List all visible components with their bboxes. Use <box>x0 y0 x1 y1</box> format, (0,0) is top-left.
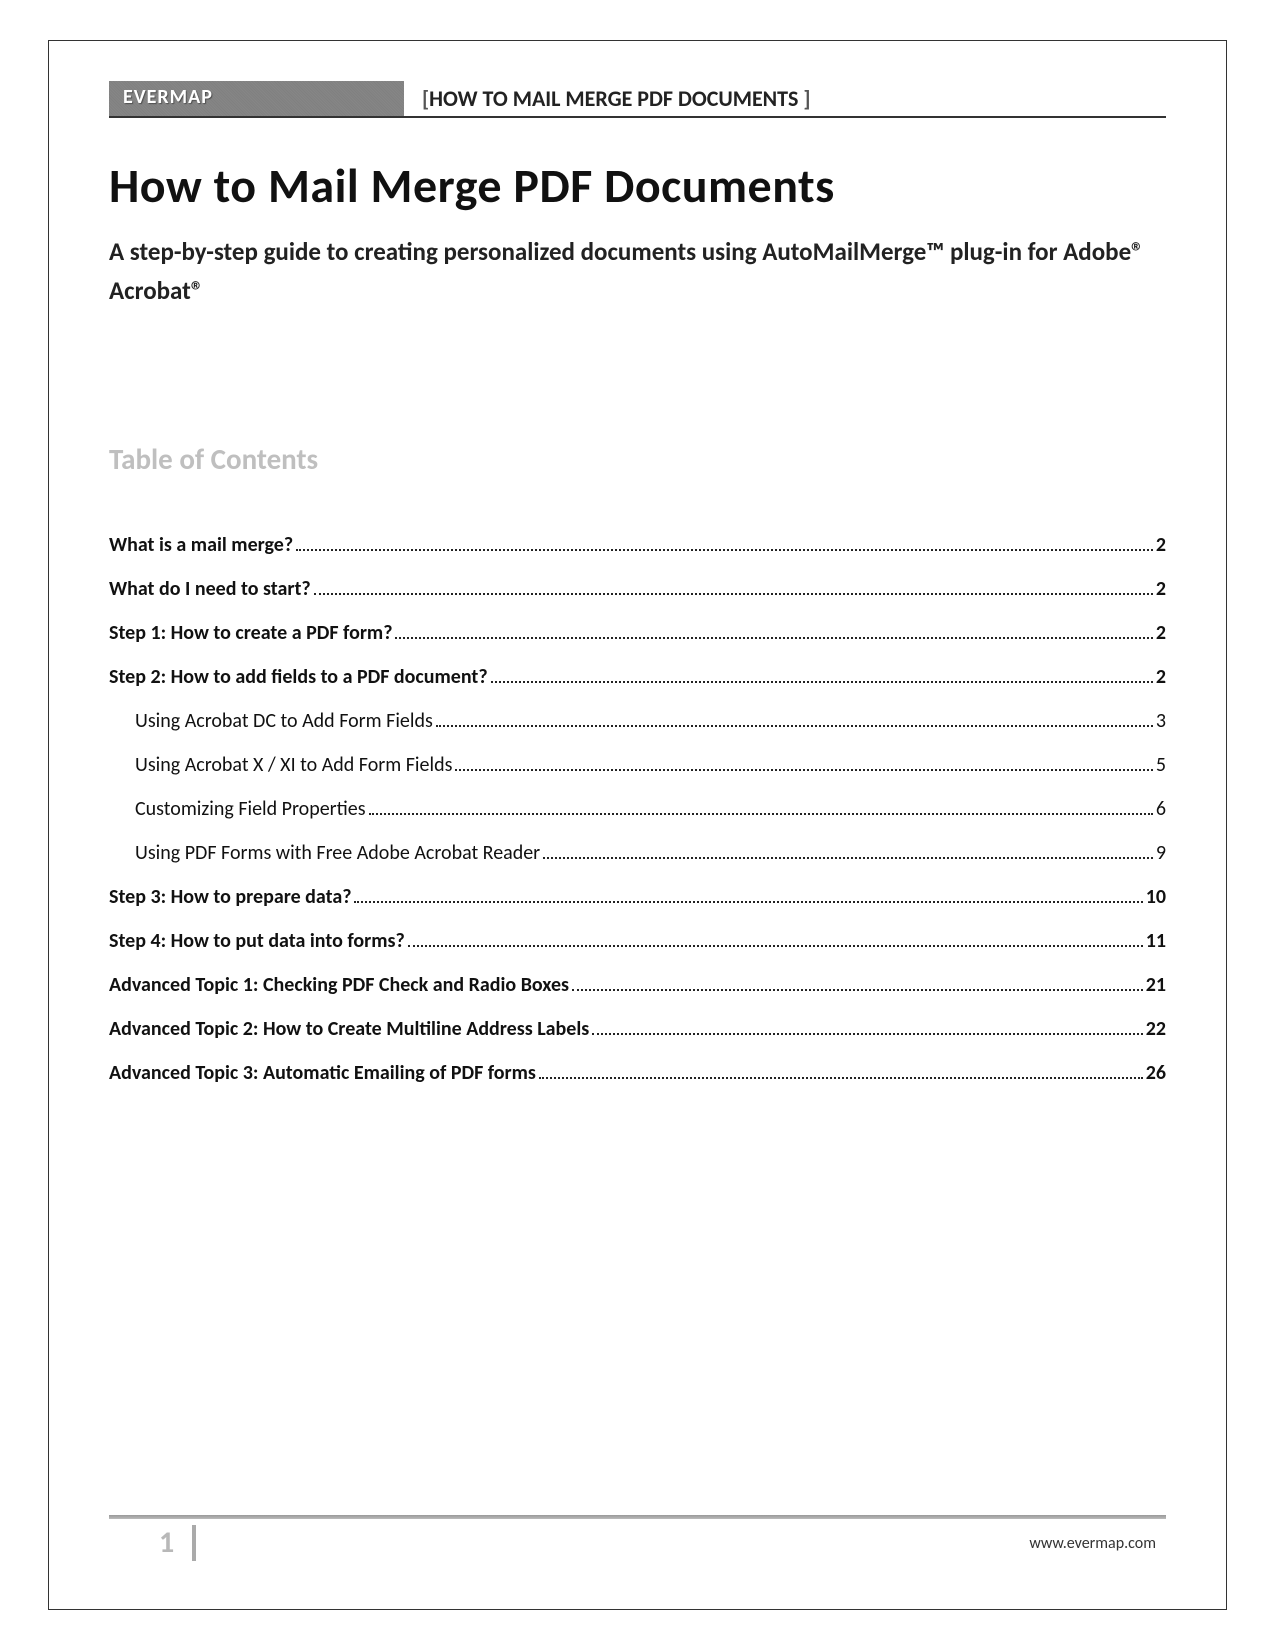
toc-entry[interactable]: Step 4: How to put data into forms? 11 <box>109 929 1166 953</box>
toc-dots <box>354 901 1142 903</box>
document-title: How to Mail Merge PDF Documents <box>109 156 1166 215</box>
toc-list: What is a mail merge?2What do I need to … <box>109 533 1166 1085</box>
footer-row: 1 www.evermap.com <box>109 1525 1166 1561</box>
toc-dots <box>543 857 1153 859</box>
toc-entry-text: Advanced Topic 3: Automatic Emailing of … <box>109 1061 536 1085</box>
footer-divider <box>109 1515 1166 1519</box>
toc-dots <box>369 813 1153 815</box>
toc-entry[interactable]: Using PDF Forms with Free Adobe Acrobat … <box>109 841 1166 865</box>
toc-entry-text: Advanced Topic 1: Checking PDF Check and… <box>109 973 569 997</box>
toc-entry[interactable]: Step 2: How to add fields to a PDF docum… <box>109 665 1166 689</box>
toc-entry[interactable]: Advanced Topic 3: Automatic Emailing of … <box>109 1061 1166 1085</box>
toc-entry-text: Using PDF Forms with Free Adobe Acrobat … <box>135 841 540 865</box>
page-border: EVERMAP [HOW TO MAIL MERGE PDF DOCUMENTS… <box>48 40 1227 1610</box>
toc-dots <box>314 593 1153 595</box>
toc-dots <box>491 681 1153 683</box>
toc-heading: Table of Contents <box>109 441 1166 477</box>
toc-entry-page: 6 <box>1156 797 1166 821</box>
toc-entry-page: 2 <box>1156 621 1166 645</box>
toc-entry-page: 21 <box>1146 973 1166 997</box>
page-content: EVERMAP [HOW TO MAIL MERGE PDF DOCUMENTS… <box>49 41 1226 1085</box>
toc-entry[interactable]: Advanced Topic 2: How to Create Multilin… <box>109 1017 1166 1041</box>
toc-entry-page: 3 <box>1156 709 1166 733</box>
toc-entry-text: Step 3: How to prepare data? <box>109 885 351 909</box>
toc-entry-page: 2 <box>1156 533 1166 557</box>
toc-entry[interactable]: What do I need to start? 2 <box>109 577 1166 601</box>
toc-entry-page: 22 <box>1146 1017 1166 1041</box>
header-title: [HOW TO MAIL MERGE PDF DOCUMENTS ] <box>404 81 810 116</box>
toc-entry-page: 11 <box>1146 929 1166 953</box>
toc-entry-page: 5 <box>1156 753 1166 777</box>
toc-entry-page: 2 <box>1156 665 1166 689</box>
toc-entry-text: Using Acrobat DC to Add Form Fields <box>135 709 433 733</box>
footer: 1 www.evermap.com <box>109 1515 1166 1561</box>
brand-label: EVERMAP <box>109 81 404 116</box>
page-number: 1 <box>109 1525 196 1561</box>
toc-dots <box>592 1033 1142 1035</box>
toc-dots <box>395 637 1152 639</box>
toc-entry[interactable]: Step 1: How to create a PDF form? 2 <box>109 621 1166 645</box>
toc-entry-text: Step 4: How to put data into forms? <box>109 929 405 953</box>
toc-entry-text: Using Acrobat X / XI to Add Form Fields <box>135 753 452 777</box>
toc-entry[interactable]: Using Acrobat DC to Add Form Fields 3 <box>109 709 1166 733</box>
toc-entry-text: What is a mail merge? <box>109 533 293 557</box>
toc-entry[interactable]: Step 3: How to prepare data? 10 <box>109 885 1166 909</box>
toc-dots <box>436 725 1153 727</box>
header-row: EVERMAP [HOW TO MAIL MERGE PDF DOCUMENTS… <box>109 81 1166 118</box>
toc-entry-text: Customizing Field Properties <box>135 797 366 821</box>
toc-dots <box>539 1077 1143 1079</box>
footer-url: www.evermap.com <box>1029 1534 1166 1553</box>
toc-entry-text: Step 1: How to create a PDF form? <box>109 621 392 645</box>
toc-entry[interactable]: Customizing Field Properties 6 <box>109 797 1166 821</box>
bracket-close: ] <box>803 85 810 112</box>
toc-dots <box>455 769 1152 771</box>
toc-entry-page: 10 <box>1146 885 1166 909</box>
toc-entry-text: Step 2: How to add fields to a PDF docum… <box>109 665 488 689</box>
toc-dots <box>572 989 1143 991</box>
toc-entry-page: 2 <box>1156 577 1166 601</box>
toc-entry[interactable]: Using Acrobat X / XI to Add Form Fields 5 <box>109 753 1166 777</box>
toc-entry-text: What do I need to start? <box>109 577 311 601</box>
header-title-text: HOW TO MAIL MERGE PDF DOCUMENTS <box>429 85 803 112</box>
document-subtitle: A step-by-step guide to creating persona… <box>109 233 1166 311</box>
toc-entry-text: Advanced Topic 2: How to Create Multilin… <box>109 1017 589 1041</box>
toc-entry[interactable]: Advanced Topic 1: Checking PDF Check and… <box>109 973 1166 997</box>
toc-entry-page: 9 <box>1156 841 1166 865</box>
toc-dots <box>296 549 1153 551</box>
toc-entry[interactable]: What is a mail merge? 2 <box>109 533 1166 557</box>
toc-dots <box>408 945 1143 947</box>
toc-entry-page: 26 <box>1146 1061 1166 1085</box>
